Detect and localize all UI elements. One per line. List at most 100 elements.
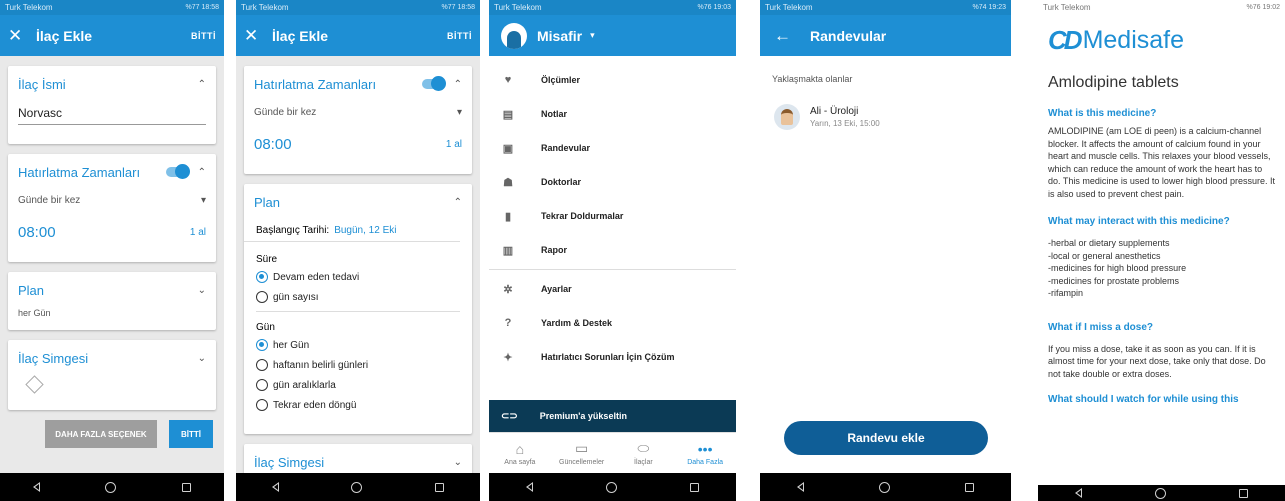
- start-date-row[interactable]: Başlangıç Tarihi: Bugün, 12 Eki: [244, 220, 460, 242]
- menu-label: Ölçümler: [541, 75, 581, 85]
- time-row[interactable]: 08:00 1 al: [244, 122, 472, 153]
- list-item: -medicines for high blood pressure: [1048, 263, 1187, 273]
- day-option-interval[interactable]: gün aralıklarla: [244, 375, 472, 395]
- premium-banner[interactable]: ⊂⊃ Premium'a yükseltin: [489, 400, 736, 432]
- day-option-specific[interactable]: haftanın belirli günleri: [244, 355, 472, 375]
- appointment-title: Ali - Üroloji: [810, 106, 859, 117]
- carrier: Turk Telekom: [241, 3, 289, 12]
- done-button[interactable]: BİTTİ: [447, 31, 472, 41]
- plan-value: her Gün: [18, 308, 51, 318]
- screen-add-medication: Turk Telekom %77 18:58 ✕ İlaç Ekle BİTTİ…: [0, 0, 224, 501]
- done-button[interactable]: BİTTİ: [191, 31, 216, 41]
- back-icon[interactable]: [525, 482, 533, 492]
- reminder-fix-icon: ✦: [503, 351, 513, 364]
- tab-updates[interactable]: ▭ Güncellemeler: [551, 433, 613, 473]
- recents-icon[interactable]: [964, 482, 974, 492]
- option-label: haftanın belirli günleri: [273, 359, 369, 371]
- duration-option-ongoing[interactable]: Devam eden tedavi: [244, 267, 472, 287]
- chevron-up-icon[interactable]: ⌃: [198, 167, 206, 178]
- close-icon[interactable]: ✕: [8, 26, 30, 46]
- tab-more[interactable]: ••• Daha Fazla: [674, 433, 736, 473]
- home-icon[interactable]: [1154, 487, 1166, 499]
- med-name-input[interactable]: Norvasc: [18, 106, 206, 125]
- recents-icon[interactable]: [1239, 488, 1249, 498]
- menu-item-refills[interactable]: ▮ Tekrar Doldurmalar: [489, 199, 736, 233]
- home-icon[interactable]: [605, 481, 617, 493]
- done-bottom-button[interactable]: BİTTİ: [169, 420, 213, 448]
- carrier: Turk Telekom: [1043, 3, 1091, 12]
- menu-item-reminder-troubleshoot[interactable]: ✦ Hatırlatıcı Sorunları İçin Çözüm: [489, 340, 736, 374]
- divider: [489, 269, 736, 270]
- duration-option-days[interactable]: gün sayısı: [244, 287, 472, 307]
- menu-item-doctors[interactable]: ☗ Doktorlar: [489, 165, 736, 199]
- back-icon[interactable]: [272, 482, 280, 492]
- notes-icon: ▤: [502, 108, 514, 121]
- status-bar: Turk Telekom %77 18:58: [0, 0, 224, 15]
- doctor-icon: ☗: [503, 176, 513, 189]
- tab-home[interactable]: ⌂ Ana sayfa: [489, 433, 551, 473]
- avatar[interactable]: [501, 22, 527, 49]
- pill-icon: [25, 375, 44, 394]
- back-icon[interactable]: [797, 482, 805, 492]
- frequency-select[interactable]: Günde bir kez ▾: [244, 102, 472, 122]
- option-label: her Gün: [273, 339, 310, 351]
- chevron-up-icon[interactable]: ⌃: [454, 79, 462, 90]
- menu-item-notes[interactable]: ▤ Notlar: [489, 97, 736, 131]
- reminder-toggle[interactable]: [421, 76, 446, 91]
- recents-icon[interactable]: [182, 482, 192, 492]
- frequency-select[interactable]: Günde bir kez ▾: [8, 190, 216, 210]
- back-arrow-icon[interactable]: ←: [774, 26, 796, 46]
- back-icon[interactable]: [1074, 488, 1082, 498]
- recents-icon[interactable]: [690, 482, 700, 492]
- chevron-down-icon[interactable]: ⌄: [198, 353, 206, 364]
- user-name[interactable]: Misafir: [537, 28, 582, 44]
- home-icon[interactable]: [351, 481, 363, 493]
- screen-drug-info: Turk Telekom %76 19:02 CD Medisafe Amlod…: [1038, 0, 1285, 501]
- add-appointment-button[interactable]: Randevu ekle: [784, 421, 988, 455]
- radio-selected: [256, 271, 268, 283]
- appointment-time: Yarın, 13 Eki, 15:00: [810, 119, 880, 128]
- screen-plan: Turk Telekom %77 18:58 ✕ İlaç Ekle BİTTİ…: [236, 0, 480, 501]
- plan-card[interactable]: Plan ⌄ her Gün: [8, 272, 216, 330]
- status-bar: Turk Telekom %76 19:02: [1038, 0, 1285, 15]
- menu-item-help[interactable]: ? Yardım & Destek: [489, 306, 736, 340]
- menu-item-appointments[interactable]: ▣ Randevular: [489, 131, 736, 165]
- chevron-up-icon[interactable]: ⌃: [198, 79, 206, 90]
- radio: [256, 399, 268, 411]
- icon-card[interactable]: İlaç Simgesi ⌄: [8, 340, 216, 410]
- status-right: %74 19:23: [972, 4, 1006, 11]
- system-nav-bar: [760, 473, 1011, 501]
- menu-label: Hatırlatıcı Sorunları İçin Çözüm: [541, 352, 675, 362]
- reminder-toggle[interactable]: [165, 164, 190, 179]
- time-value: 08:00: [18, 224, 56, 241]
- home-icon[interactable]: [878, 481, 890, 493]
- close-icon[interactable]: ✕: [244, 26, 266, 46]
- list-item: -medicines for prostate problems: [1048, 275, 1180, 286]
- day-option-cycle[interactable]: Tekrar eden döngü: [244, 395, 472, 415]
- chevron-up-icon[interactable]: ⌃: [454, 197, 462, 208]
- time-row[interactable]: 08:00 1 al: [8, 210, 216, 241]
- medisafe-logo-icon: CD: [1048, 25, 1083, 55]
- tab-medications[interactable]: ⬭ İlaçlar: [613, 433, 675, 473]
- frequency-value: Günde bir kez: [18, 194, 81, 206]
- caret-down-icon[interactable]: ▾: [590, 30, 595, 41]
- day-option-every[interactable]: her Gün: [244, 335, 472, 355]
- chevron-down-icon[interactable]: ⌄: [198, 285, 206, 296]
- status-right: %76 19:02: [1246, 4, 1280, 11]
- menu-item-report[interactable]: ▥ Rapor: [489, 233, 736, 267]
- menu-item-measurements[interactable]: ♥ Ölçümler: [489, 63, 736, 97]
- chevron-down-icon[interactable]: ⌄: [454, 457, 462, 468]
- radio-selected: [256, 339, 268, 351]
- home-icon[interactable]: [105, 481, 117, 493]
- recents-icon[interactable]: [434, 482, 444, 492]
- icon-label: İlaç Simgesi: [18, 350, 89, 366]
- menu-label: Ayarlar: [541, 284, 572, 294]
- more-options-button[interactable]: DAHA FAZLA SEÇENEK: [45, 420, 157, 448]
- page-title: İlaç Ekle: [272, 27, 329, 44]
- list-item: -herbal or dietary supplements: [1048, 238, 1170, 248]
- back-icon[interactable]: [32, 482, 40, 492]
- menu-item-settings[interactable]: ✲ Ayarlar: [489, 272, 736, 306]
- appointment-item[interactable]: Ali - Üroloji Yarın, 13 Eki, 15:00: [760, 84, 1011, 130]
- plan-card: Plan ⌃ Başlangıç Tarihi: Bugün, 12 Eki Sür…: [244, 184, 472, 434]
- menu-label: Doktorlar: [541, 177, 582, 187]
